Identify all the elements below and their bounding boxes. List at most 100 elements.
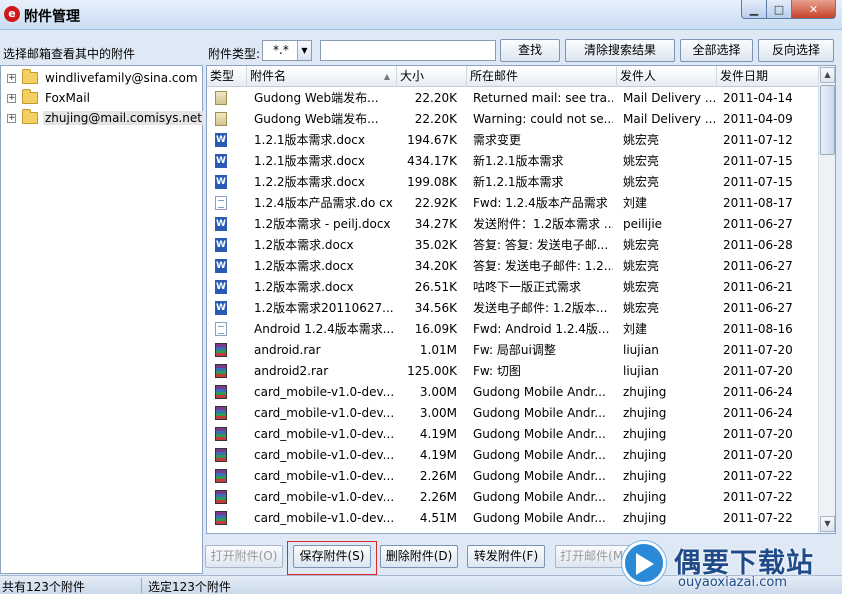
cell-attachment-name: 1.2版本需求 - peilj.docx	[254, 217, 391, 231]
table-row[interactable]: 1.2版本需求20110627.... 34.56K 发送电子邮件: 1.2版本..…	[207, 298, 820, 319]
tree-item-mailbox[interactable]: + zhujing@mail.comisys.net	[7, 109, 205, 127]
minimize-button[interactable]: ▁	[741, 0, 767, 19]
select-all-button[interactable]: 全部选择	[680, 39, 753, 62]
table-row[interactable]: card_mobile-v1.0-dev... 4.51M Gudong Mobil…	[207, 508, 820, 529]
word-doc-icon	[215, 133, 227, 147]
cell-size: 22.92K	[414, 196, 457, 210]
tree-item-label: windlivefamily@sina.com	[45, 71, 198, 85]
clear-search-button[interactable]: 清除搜索结果	[565, 39, 675, 62]
cell-sender: 姚宏亮	[623, 280, 660, 294]
status-selected: 选定123个附件	[148, 580, 231, 594]
table-row[interactable]: card_mobile-v1.0-dev... 3.00M Gudong Mobil…	[207, 403, 820, 424]
mailbox-tree: + windlivefamily@sina.com + FoxMail + zh…	[0, 65, 205, 574]
cell-mail-subject: 咕咚下一版正式需求	[473, 280, 582, 294]
table-row[interactable]: 1.2版本需求.docx 34.20K 答复: 发送电子邮件: 1.2... 姚宏亮 2…	[207, 256, 820, 277]
word-doc-icon	[215, 301, 227, 315]
plain-doc-icon	[215, 322, 227, 336]
cell-date: 2011-07-20	[723, 343, 793, 357]
cell-size: 2.26M	[419, 490, 457, 504]
column-header-date[interactable]: 发件日期	[717, 66, 820, 87]
invert-selection-button[interactable]: 反向选择	[758, 39, 834, 62]
open-attachment-button[interactable]: 打开附件(O)	[205, 545, 283, 568]
cell-date: 2011-06-27	[723, 301, 793, 315]
column-header-mail[interactable]: 所在邮件	[467, 66, 617, 87]
cell-attachment-name: 1.2.1版本需求.docx	[254, 133, 366, 147]
column-header-name[interactable]: 附件名 ▲	[247, 66, 397, 87]
cell-size: 16.09K	[414, 322, 457, 336]
cell-mail-subject: Fw: 局部ui调整	[473, 343, 556, 357]
table-row[interactable]: android2.rar 125.00K Fw: 切图 liujian 2011-07-…	[207, 361, 820, 382]
table-row[interactable]: 1.2版本需求.docx 35.02K 答复: 答复: 发送电子邮... 姚宏亮 201…	[207, 235, 820, 256]
cell-sender: peilijie	[623, 217, 663, 231]
cell-attachment-name: 1.2.4版本产品需求.do cx	[254, 196, 393, 210]
column-header-type[interactable]: 类型	[207, 66, 247, 87]
expand-icon[interactable]: +	[7, 93, 16, 103]
cell-date: 2011-07-12	[723, 133, 793, 147]
search-button[interactable]: 查找	[500, 39, 560, 62]
cell-attachment-name: card_mobile-v1.0-dev...	[254, 448, 394, 462]
cell-attachment-name: android2.rar	[254, 364, 329, 378]
table-row[interactable]: android.rar 1.01M Fw: 局部ui调整 liujian 2011-07…	[207, 340, 820, 361]
word-doc-icon	[215, 238, 227, 252]
tree-item-mailbox[interactable]: + FoxMail	[7, 89, 92, 107]
cell-sender: liujian	[623, 364, 659, 378]
close-button[interactable]: ✕	[792, 0, 836, 19]
cell-attachment-name: card_mobile-v1.0-dev...	[254, 406, 394, 420]
table-row[interactable]: 1.2版本需求 - peilj.docx 34.27K 发送附件：1.2版本需求 .…	[207, 214, 820, 235]
cell-attachment-name: android.rar	[254, 343, 321, 357]
attachment-type-label: 附件类型:	[208, 47, 261, 61]
word-doc-icon	[215, 154, 227, 168]
plain-doc-icon	[215, 196, 227, 210]
table-row[interactable]: 1.2.4版本产品需求.do cx 22.92K Fwd: 1.2.4版本产品需求 刘…	[207, 193, 820, 214]
table-row[interactable]: Gudong Web端发布... 22.20K Returned mail: see…	[207, 88, 820, 109]
table-row[interactable]: 1.2版本需求.docx 26.51K 咕咚下一版正式需求 姚宏亮 2011-06-21	[207, 277, 820, 298]
scroll-down-icon[interactable]: ▼	[820, 516, 835, 532]
maximize-button[interactable]: □	[767, 0, 792, 19]
cell-mail-subject: 需求变更	[473, 133, 522, 147]
table-row[interactable]: 1.2.1版本需求.docx 194.67K 需求变更 姚宏亮 2011-07-12	[207, 130, 820, 151]
delete-attachment-button[interactable]: 删除附件(D)	[380, 545, 458, 568]
table-row[interactable]: card_mobile-v1.0-dev... 2.26M Gudong Mobil…	[207, 466, 820, 487]
tree-item-mailbox[interactable]: + windlivefamily@sina.com	[7, 69, 200, 87]
column-header-sender[interactable]: 发件人	[617, 66, 717, 87]
cell-sender: Mail Delivery ...	[623, 112, 715, 126]
cell-mail-subject: Fwd: 1.2.4版本产品需求	[473, 196, 608, 210]
scroll-up-icon[interactable]: ▲	[820, 67, 835, 83]
table-row[interactable]: card_mobile-v1.0-dev... 3.00M Gudong Mobil…	[207, 382, 820, 403]
cell-attachment-name: 1.2版本需求.docx	[254, 280, 354, 294]
cell-sender: 刘建	[623, 196, 648, 210]
cell-mail-subject: Warning: could not se...	[473, 112, 613, 126]
table-row[interactable]: card_mobile-v1.0-dev... 4.19M Gudong Mobil…	[207, 424, 820, 445]
table-row[interactable]: 1.2.1版本需求.docx 434.17K 新1.2.1版本需求 姚宏亮 2011-0…	[207, 151, 820, 172]
cell-date: 2011-06-27	[723, 259, 793, 273]
watermark-logo-icon	[622, 541, 666, 585]
forward-attachment-button[interactable]: 转发附件(F)	[467, 545, 545, 568]
cell-mail-subject: 答复: 发送电子邮件: 1.2...	[473, 259, 613, 273]
cell-attachment-name: 1.2.1版本需求.docx	[254, 154, 366, 168]
cell-size: 199.08K	[407, 175, 457, 189]
cell-attachment-name: Gudong Web端发布...	[254, 112, 379, 126]
expand-icon[interactable]: +	[7, 113, 16, 123]
cell-date: 2011-06-21	[723, 280, 793, 294]
column-header-size[interactable]: 大小	[397, 66, 467, 87]
search-input[interactable]	[320, 40, 496, 61]
table-row[interactable]: 1.2.2版本需求.docx 199.08K 新1.2.1版本需求 姚宏亮 2011-0…	[207, 172, 820, 193]
expand-icon[interactable]: +	[7, 73, 16, 83]
rar-archive-icon	[215, 406, 227, 420]
cell-size: 34.27K	[414, 217, 457, 231]
cell-attachment-name: card_mobile-v1.0-dev...	[254, 469, 394, 483]
vertical-scrollbar[interactable]: ▲ ▼	[818, 66, 835, 533]
folder-icon	[22, 69, 38, 84]
cell-size: 125.00K	[407, 364, 457, 378]
table-row[interactable]: card_mobile-v1.0-dev... 2.26M Gudong Mobil…	[207, 487, 820, 508]
cell-size: 26.51K	[414, 280, 457, 294]
attachment-type-select[interactable]: *.* ▼	[262, 40, 312, 61]
cell-date: 2011-06-27	[723, 217, 793, 231]
table-row[interactable]: Gudong Web端发布... 22.20K Warning: could not…	[207, 109, 820, 130]
rar-archive-icon	[215, 448, 227, 462]
cell-mail-subject: Gudong Mobile Andr...	[473, 385, 606, 399]
dropdown-arrow-icon[interactable]: ▼	[297, 41, 311, 60]
table-row[interactable]: Android 1.2.4版本需求.... 16.09K Fwd: Android …	[207, 319, 820, 340]
table-row[interactable]: card_mobile-v1.0-dev... 4.19M Gudong Mobil…	[207, 445, 820, 466]
scrollbar-thumb[interactable]	[820, 85, 835, 155]
